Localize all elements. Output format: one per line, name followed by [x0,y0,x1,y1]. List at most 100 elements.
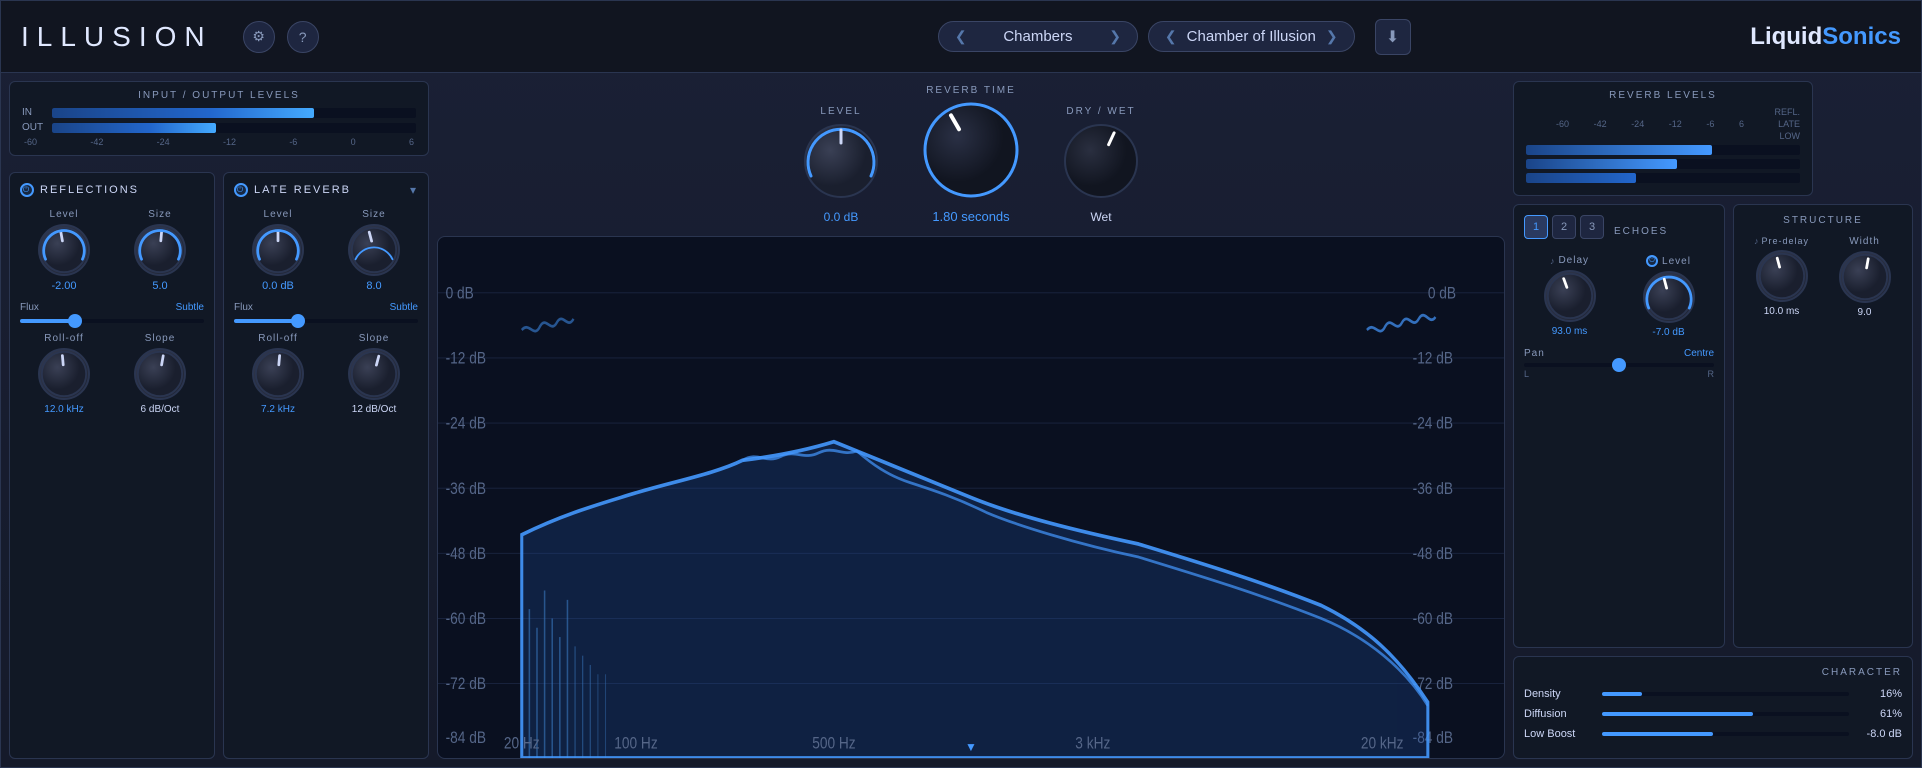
reflections-flux-slider[interactable] [20,319,204,323]
category-label: Chambers [977,28,1100,45]
late-reverb-knobs: Level 0.0 dB [234,209,418,292]
category-nav: ❮ Chambers ❯ [938,21,1138,52]
category-next[interactable]: ❯ [1109,28,1121,45]
spectrum-expand-arrow[interactable]: ▼ [965,740,977,754]
echo-level-knob[interactable] [1643,271,1695,323]
preset-prev[interactable]: ❮ [1165,28,1177,45]
svg-text:500 Hz: 500 Hz [812,734,855,753]
echoes-structure-row: 1 2 3 ECHOES ♪ Delay [1513,204,1913,648]
svg-text:-60 dB: -60 dB [446,610,486,629]
svg-text:0 dB: 0 dB [1428,284,1456,303]
late-reverb-dropdown[interactable]: ▾ [410,183,418,197]
in-meter [52,108,416,118]
out-meter [52,123,416,133]
svg-text:-24 dB: -24 dB [446,414,486,433]
late-level-knob[interactable] [252,224,304,276]
out-label: OUT [22,122,46,133]
late-slope-knob[interactable] [348,348,400,400]
pan-control: Pan Centre L R [1524,348,1714,379]
echo-tab-2[interactable]: 2 [1552,215,1576,239]
reverb-time-value: 1.80 seconds [932,209,1009,224]
in-meter-row: IN [22,107,416,118]
meter-scale: -60 -42 -24 -12 -6 0 6 [22,137,416,147]
spectrum-svg: 0 dB -12 dB -24 dB -36 dB -48 dB -60 dB … [438,237,1504,758]
brand-liquid: Liquid [1750,23,1822,50]
late-meter-row [1526,159,1800,169]
svg-text:-48 dB: -48 dB [1413,545,1453,564]
character-title: CHARACTER [1524,667,1902,678]
center-column: LEVEL [437,81,1505,759]
left-column: INPUT / OUTPUT LEVELS IN OUT -60 -42 [9,81,429,759]
late-reverb-power[interactable]: ⏻ [234,183,248,197]
main-area: INPUT / OUTPUT LEVELS IN OUT -60 -42 [1,73,1921,767]
echo-tab-1[interactable]: 1 [1524,215,1548,239]
svg-text:-12 dB: -12 dB [446,349,486,368]
reverb-time-knob[interactable] [921,100,1021,205]
reflections-level-knob[interactable] [38,224,90,276]
reflections-knobs-2: Roll-off 12.0 kHz Slope [20,333,204,415]
reflections-knobs: Level -2.00 [20,209,204,292]
svg-text:-60 dB: -60 dB [1413,610,1453,629]
structure-panel: STRUCTURE ♪ Pre-delay [1733,204,1913,648]
svg-text:-72 dB: -72 dB [446,675,486,694]
late-reverb-flux-slider[interactable] [234,319,418,323]
late-rolloff-knob-item: Roll-off 7.2 kHz [234,333,322,415]
drywet-knob[interactable] [1061,121,1141,206]
help-button[interactable]: ? [287,21,319,53]
reflections-rolloff-knob[interactable] [38,348,90,400]
predelay-knob[interactable] [1756,250,1808,302]
density-row: Density 16% [1524,688,1902,700]
in-meter-fill [52,108,314,118]
late-size-knob[interactable] [348,224,400,276]
drywet-value: Wet [1090,210,1111,224]
lowboost-row: Low Boost -8.0 dB [1524,728,1902,740]
predelay-knob-item: ♪ Pre-delay 10.0 ms [1744,236,1819,318]
refl-meter-row [1526,145,1800,155]
late-size-knob-item: Size 8.0 [330,209,418,292]
reflections-slope-knob[interactable] [134,348,186,400]
reflections-size-knob[interactable] [134,224,186,276]
svg-text:-84 dB: -84 dB [446,729,486,748]
density-slider[interactable] [1602,692,1849,696]
level-knob[interactable] [801,121,881,206]
plugin-container: ILLUSION ⚙ ? ❮ Chambers ❯ ❮ Chamber of I… [0,0,1922,768]
echoes-panel: 1 2 3 ECHOES ♪ Delay [1513,204,1725,648]
download-button[interactable]: ⬇ [1375,19,1411,55]
nav-section: ❮ Chambers ❯ ❮ Chamber of Illusion ❯ ⬇ [938,19,1411,55]
svg-text:100 Hz: 100 Hz [614,734,657,753]
preset-nav: ❮ Chamber of Illusion ❯ [1148,21,1355,52]
right-column: REVERB LEVELS -60 -42 -24 -12 -6 6 REFL.… [1513,81,1913,759]
svg-text:-24 dB: -24 dB [1413,414,1453,433]
in-label: IN [22,107,46,118]
header-icons: ⚙ ? [243,21,319,53]
echo-delay-knob[interactable] [1544,270,1596,322]
svg-text:-12 dB: -12 dB [1413,349,1453,368]
character-panel: CHARACTER Density 16% Diffusion 61% [1513,656,1913,759]
diffusion-slider[interactable] [1602,712,1849,716]
io-levels-title: INPUT / OUTPUT LEVELS [22,90,416,101]
width-knob[interactable] [1839,251,1891,303]
diffusion-row: Diffusion 61% [1524,708,1902,720]
lowboost-slider[interactable] [1602,732,1849,736]
category-prev[interactable]: ❮ [955,28,967,45]
pan-slider[interactable] [1524,363,1714,367]
reverb-time-label: REVERB TIME [926,85,1016,96]
echo-tab-3[interactable]: 3 [1580,215,1604,239]
echo-delay-knob-item: ♪ Delay 93.0 ms [1524,255,1615,338]
low-meter-row [1526,173,1800,183]
late-reverb-panel: ⏻ LATE REVERB ▾ Level [223,172,429,759]
preset-next[interactable]: ❯ [1326,28,1338,45]
late-reverb-knobs-2: Roll-off 7.2 kHz Slope [234,333,418,415]
level-value: 0.0 dB [824,210,859,224]
spectrum-display: 0 dB -12 dB -24 dB -36 dB -48 dB -60 dB … [437,236,1505,759]
reflections-rolloff-knob-item: Roll-off 12.0 kHz [20,333,108,415]
reflections-panel: ⏻ REFLECTIONS Level [9,172,215,759]
svg-text:20 Hz: 20 Hz [504,734,540,753]
reflections-power[interactable]: ⏻ [20,183,34,197]
late-rolloff-knob[interactable] [252,348,304,400]
reflections-title: ⏻ REFLECTIONS [20,183,204,197]
echo-level-power[interactable]: ⏻ [1646,255,1658,267]
reverb-levels-panel: REVERB LEVELS -60 -42 -24 -12 -6 6 REFL.… [1513,81,1813,196]
reverb-time-control: REVERB TIME [921,85,1021,224]
settings-button[interactable]: ⚙ [243,21,275,53]
